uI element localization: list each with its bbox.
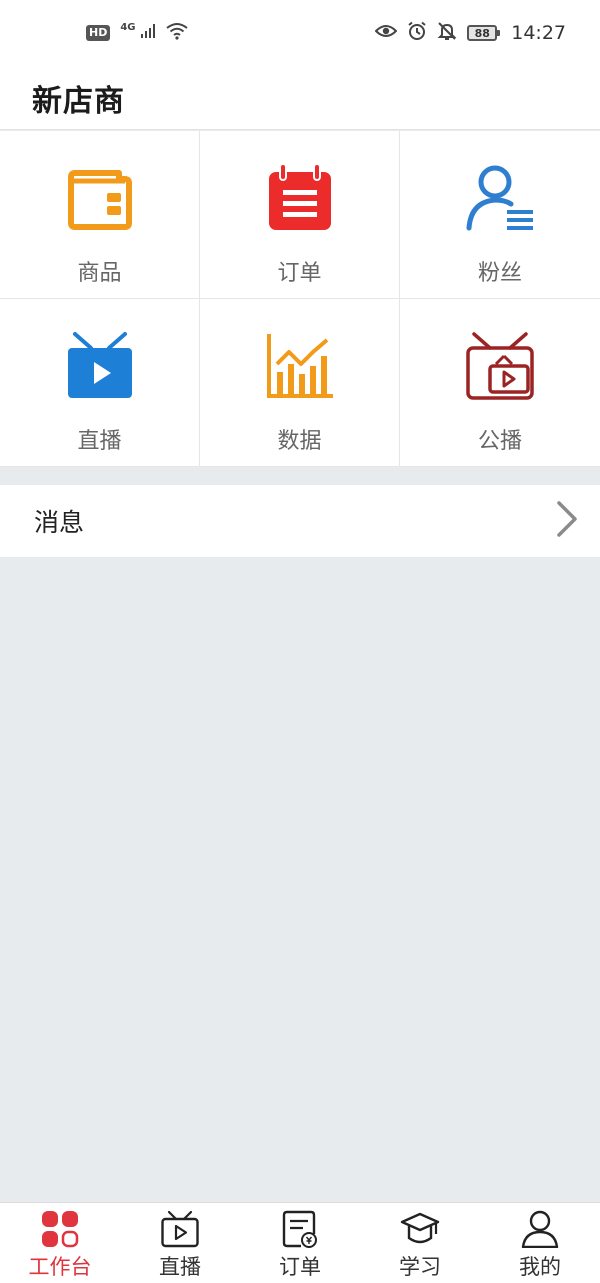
status-time: 14:27 — [511, 22, 566, 44]
wifi-icon — [165, 22, 188, 44]
grid-item-goods[interactable]: 商品 — [0, 131, 200, 299]
bottom-tab-bar: 工作台 直播 订单 学习 我的 — [0, 1202, 600, 1283]
status-bar: HD 4G 88 14:27 — [0, 0, 600, 66]
grid-item-label: 商品 — [77, 261, 122, 286]
tab-label: 我的 — [519, 1255, 561, 1279]
grid-item-label: 订单 — [277, 261, 322, 286]
bar-chart-icon — [265, 331, 335, 401]
grid-apps-icon — [40, 1209, 80, 1249]
eye-icon — [374, 23, 398, 43]
tv-play-icon — [160, 1209, 200, 1249]
graduation-cap-icon — [400, 1209, 440, 1249]
page-title: 新店商 — [32, 83, 125, 119]
tab-workbench[interactable]: 工作台 — [0, 1203, 120, 1283]
notepad-icon — [265, 163, 335, 233]
network-type: 4G — [120, 21, 136, 33]
wallet-icon — [65, 163, 135, 233]
grid-item-label: 直播 — [77, 429, 122, 454]
chevron-right-icon — [556, 501, 578, 541]
tab-live[interactable]: 直播 — [120, 1203, 240, 1283]
grid-item-fans[interactable]: 粉丝 — [400, 131, 600, 299]
status-bar-left: HD 4G — [86, 22, 188, 44]
message-label: 消息 — [34, 508, 85, 537]
grid-item-orders[interactable]: 订单 — [200, 131, 400, 299]
bell-off-icon — [437, 21, 457, 45]
tab-label: 工作台 — [28, 1255, 92, 1279]
tab-label: 订单 — [279, 1255, 321, 1279]
tab-label: 学习 — [399, 1255, 441, 1279]
grid-item-data[interactable]: 数据 — [200, 299, 400, 467]
tab-learning[interactable]: 学习 — [360, 1203, 480, 1283]
message-row[interactable]: 消息 — [0, 485, 600, 557]
signal-icon — [140, 23, 156, 43]
document-money-icon — [280, 1209, 320, 1249]
status-bar-right: 88 14:27 — [374, 21, 566, 45]
app-header: 新店商 — [0, 66, 600, 130]
person-icon — [520, 1209, 560, 1249]
tab-mine[interactable]: 我的 — [480, 1203, 600, 1283]
grid-item-public-broadcast[interactable]: 公播 — [400, 299, 600, 467]
tv-play-icon — [65, 331, 135, 401]
feature-grid: 商品 订单 粉丝 直播 数据 公播 — [0, 131, 600, 467]
battery-icon: 88 — [467, 25, 501, 41]
grid-item-live[interactable]: 直播 — [0, 299, 200, 467]
grid-item-label: 数据 — [277, 429, 322, 454]
hd-badge: HD — [86, 25, 111, 41]
app-screen: HD 4G 88 14:27 新店商 商品 订单 粉丝 直播 数据 公播 消息 … — [0, 0, 600, 1283]
alarm-icon — [407, 21, 427, 45]
tab-label: 直播 — [159, 1255, 201, 1279]
grid-item-label: 粉丝 — [477, 261, 522, 286]
grid-item-label: 公播 — [477, 429, 522, 454]
tab-orders[interactable]: 订单 — [240, 1203, 360, 1283]
tv-broadcast-icon — [465, 331, 535, 401]
user-list-icon — [465, 163, 535, 233]
